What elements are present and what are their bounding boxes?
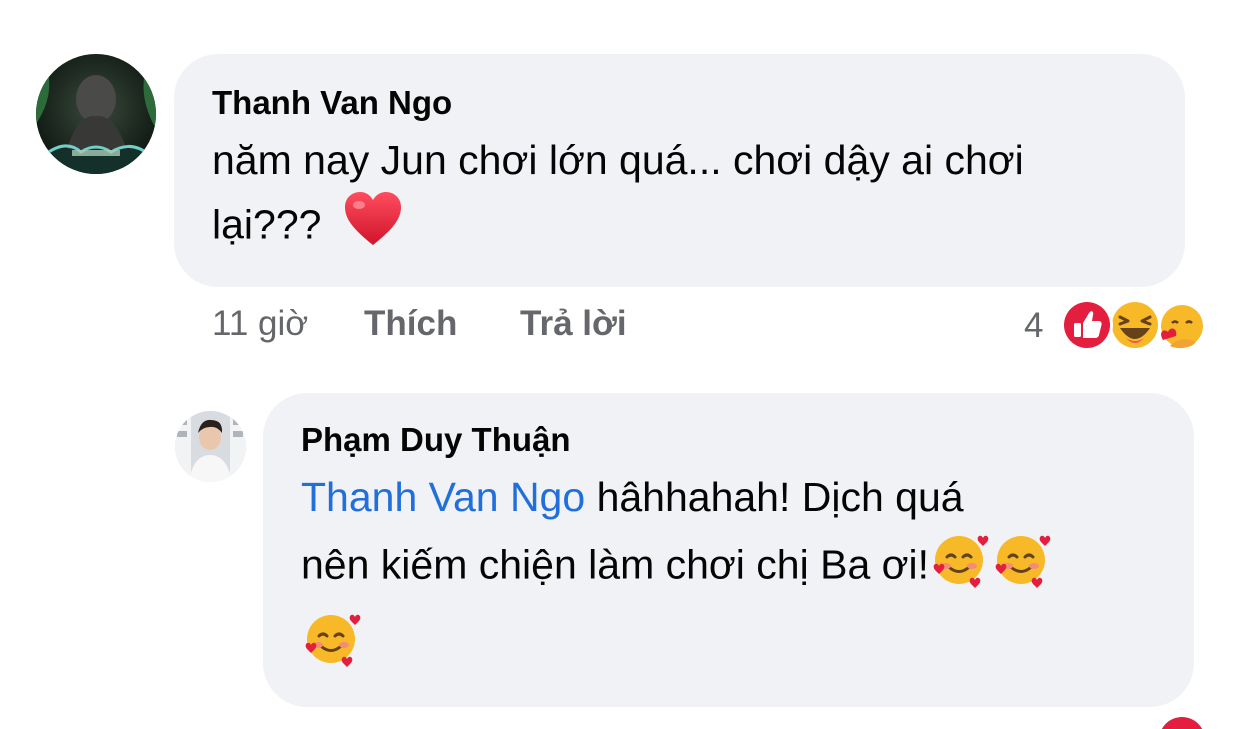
haha-reaction-icon[interactable] [1108,298,1162,352]
smiling-face-with-hearts-icon [929,528,991,607]
reply-avatar[interactable] [175,411,246,482]
comment-author[interactable]: Thanh Van Ngo [212,84,452,122]
smiling-face-with-hearts-icon [991,528,1053,607]
like-reaction-icon[interactable] [1158,716,1206,729]
reply-text-line3 [301,607,1181,686]
reply-author[interactable]: Phạm Duy Thuận [301,421,571,459]
reply-text-line2: nên kiếm chiện làm chơi chị Ba ơi! [301,528,1181,607]
comment-text-line2: lại??? [212,191,1162,264]
avatar[interactable] [36,54,156,174]
comment-timestamp[interactable]: 11 giờ [212,304,308,344]
red-heart-icon [343,191,403,264]
like-button[interactable]: Thích [364,304,457,344]
reaction-count[interactable]: 4 [1024,306,1043,346]
care-reaction-icon[interactable] [1156,300,1208,352]
comment-text-line1: năm nay Jun chơi lớn quá... chơi dậy ai … [212,137,1024,183]
smiling-face-with-hearts-icon [301,607,363,686]
comment-thread: Thanh Van Ngo năm nay Jun chơi lớn quá..… [0,0,1242,729]
like-reaction-icon[interactable] [1060,298,1114,352]
reply-text-line1: Thanh Van Ngo hâhhahah! Dịch quá [301,474,964,520]
reply-button[interactable]: Trả lời [520,304,627,344]
reply-text: Thanh Van Ngo hâhhahah! Dịch quá nên kiế… [301,466,1181,686]
comment-text: năm nay Jun chơi lớn quá... chơi dậy ai … [212,129,1162,264]
mention-link[interactable]: Thanh Van Ngo [301,474,585,520]
